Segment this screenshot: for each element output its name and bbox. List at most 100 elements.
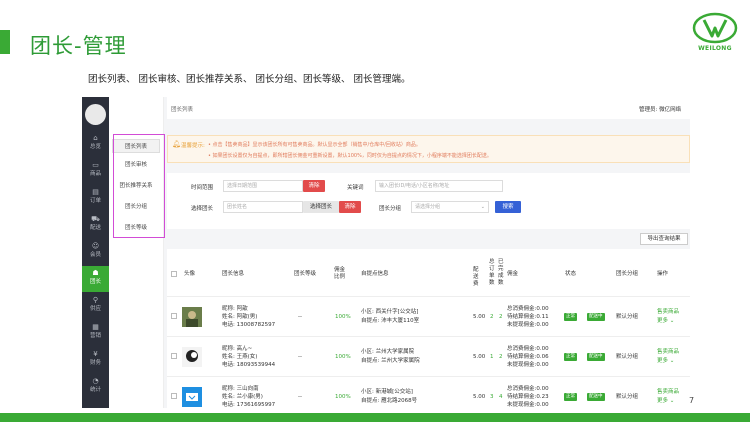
page-number: 7 [689,396,695,405]
nav-item-2[interactable]: ▤ 订单 [82,185,109,211]
nav-icon: ⛟ [91,215,100,223]
select-head-button[interactable]: 选择团长 [303,201,339,213]
main-nav: ⌂ 总览 ▭ 商品 ▤ 订单 ⛟ 配送 ☺ 会员 ☗ 团长 ⚲ 供应 ▦ 营销 ¥ 财务 ◔ 统计 [82,97,109,408]
search-button[interactable]: 搜索 [495,201,521,213]
unwithdrawn-commission: 未提现佣金:0.00 [507,402,549,408]
keyword-label: 关键词 [347,185,364,191]
head-group: 默认分组 [616,314,639,320]
nav-label: 订单 [89,198,101,204]
head-phone: 电话: 17361695997 [222,402,276,408]
row-checkbox[interactable] [171,353,177,359]
th-avatar: 头像 [184,271,196,277]
delivery-badge[interactable]: 配送中 [587,313,605,321]
nav-label: 商品 [89,171,101,177]
table-row: 昵称: 阿歆 姓名: 阿歆(男) 电话: 13008782597 -- 100% 小区: … [167,297,690,337]
nav-icon: ▤ [92,188,99,196]
head-avatar [182,307,202,327]
clear-head-button[interactable]: 清除 [339,201,361,213]
row-checkbox[interactable] [171,393,177,399]
pickup-point: 自提点: 沛丰大厦110室 [361,318,420,324]
pending-commission: 待结算佣金:0.23 [507,394,549,400]
th-commission-ratio: 佣金比例 [334,267,346,280]
status-badge[interactable]: 正常 [564,353,577,361]
delivery-fee: 5.00 [473,354,486,360]
table-row: 昵称: 高ん~ 姓名: 王燕(女) 电话: 18093539944 -- 100% 小区:… [167,337,690,377]
total-commission: 总消费佣金:0.00 [507,306,549,312]
nav-item-4[interactable]: ☺ 会员 [82,239,109,265]
group-select[interactable]: 请选择分组 ⌄ [411,201,489,213]
breadcrumb: 团长列表 [171,107,194,113]
notice-line-1: • 点击【售卖商品】显示该团长所有可售卖商品。默认显示全部（销售中/仓库中/回收… [208,142,421,148]
more-link[interactable]: 更多 ⌄ [657,357,674,365]
head-avatar [182,347,202,367]
bell-icon: 🔔︎ [172,140,181,148]
logo-text: WEILONG [698,45,732,52]
notice-box: 🔔︎ 温馨提示: • 点击【售卖商品】显示该团长所有可售卖商品。默认显示全部（销… [167,135,690,163]
total-orders[interactable]: 2 [490,313,494,321]
more-label: 更多 [657,358,669,364]
completed-orders[interactable]: 2 [499,313,503,321]
row-checkbox[interactable] [171,313,177,319]
head-name: 姓名: 兰小康(男) [222,394,263,400]
keyword-input[interactable]: 输入团长ID/电话/小区名称/地址 [375,180,503,192]
more-link[interactable]: 更多 ⌄ [657,317,674,325]
head-phone: 电话: 18093539944 [222,362,276,368]
nav-label: 团长 [89,279,101,285]
more-link[interactable]: 更多 ⌄ [657,397,674,405]
completed-orders[interactable]: 2 [499,353,503,361]
nav-item-7[interactable]: ▦ 营销 [82,320,109,346]
nav-item-1[interactable]: ▭ 商品 [82,158,109,184]
delivery-badge[interactable]: 配送中 [587,353,605,361]
nav-item-6[interactable]: ⚲ 供应 [82,293,109,319]
nav-icon: ⌂ [93,134,98,142]
total-orders[interactable]: 3 [490,393,494,401]
nav-item-3[interactable]: ⛟ 配送 [82,212,109,238]
export-button[interactable]: 导出查询结果 [640,233,688,245]
th-commission: 佣金 [507,271,519,277]
group-select-value: 请选择分组 [415,204,441,210]
pickup-point: 自提点: 雁北路2068号 [361,398,418,404]
head-name-input[interactable]: 团长姓名 [223,201,303,213]
total-orders[interactable]: 1 [490,353,494,361]
select-all-checkbox[interactable] [171,271,177,277]
chevron-down-icon: ⌄ [668,398,675,404]
head-table: 头像 团长信息 团长等级 佣金比例 自提点信息 配送费 总订单数 已完成数 佣金… [167,249,690,408]
sell-goods-link[interactable]: 售卖商品 [657,308,679,316]
sell-goods-link[interactable]: 售卖商品 [657,348,679,356]
chevron-down-icon: ⌄ [668,318,675,324]
admin-label: 管理员: 微亿网络 [639,107,682,113]
total-commission: 总消费佣金:0.00 [507,346,549,352]
completed-orders[interactable]: 4 [499,393,503,401]
head-nickname: 昵称: 阿歆 [222,306,248,312]
weilong-logo: WEILONG [690,12,740,56]
nav-label: 供应 [89,306,101,312]
nav-item-8[interactable]: ¥ 财务 [82,347,109,373]
admin-screenshot: ⌂ 总览 ▭ 商品 ▤ 订单 ⛟ 配送 ☺ 会员 ☗ 团长 ⚲ 供应 ▦ 营销 ¥ 财务 ◔ 统计 团长列表 团长审核团… [82,97,690,408]
delivery-fee: 5.00 [473,394,486,400]
nav-icon: ⚲ [92,296,99,304]
date-range-input[interactable]: 选择日期范围 [223,180,303,192]
main-content: 团长列表 管理员: 微亿网络 🔔︎ 温馨提示: • 点击【售卖商品】显示该团长所… [167,97,690,408]
delivery-badge[interactable]: 配送中 [587,393,605,401]
head-group: 默认分组 [616,394,639,400]
top-bar: 团长列表 管理员: 微亿网络 [167,97,690,119]
sell-goods-link[interactable]: 售卖商品 [657,388,679,396]
commission-ratio: 100% [335,354,351,360]
th-total-orders: 总订单数 [489,259,495,286]
nav-item-5[interactable]: ☗ 团长 [82,266,109,292]
unwithdrawn-commission: 未提现佣金:0.00 [507,362,549,368]
status-badge[interactable]: 正常 [564,393,577,401]
user-avatar[interactable] [85,104,106,125]
total-commission: 总消费佣金:0.00 [507,386,549,392]
nav-label: 财务 [89,360,101,366]
nav-icon: ▭ [92,161,99,169]
chevron-down-icon: ⌄ [480,204,485,210]
head-level: -- [298,314,302,320]
nav-item-9[interactable]: ◔ 统计 [82,374,109,400]
nav-label: 配送 [89,225,101,231]
nav-icon: ☺ [91,242,100,250]
nav-item-0[interactable]: ⌂ 总览 [82,131,109,157]
clear-date-button[interactable]: 清除 [303,180,325,192]
status-badge[interactable]: 正常 [564,313,577,321]
head-phone: 电话: 13008782597 [222,322,276,328]
